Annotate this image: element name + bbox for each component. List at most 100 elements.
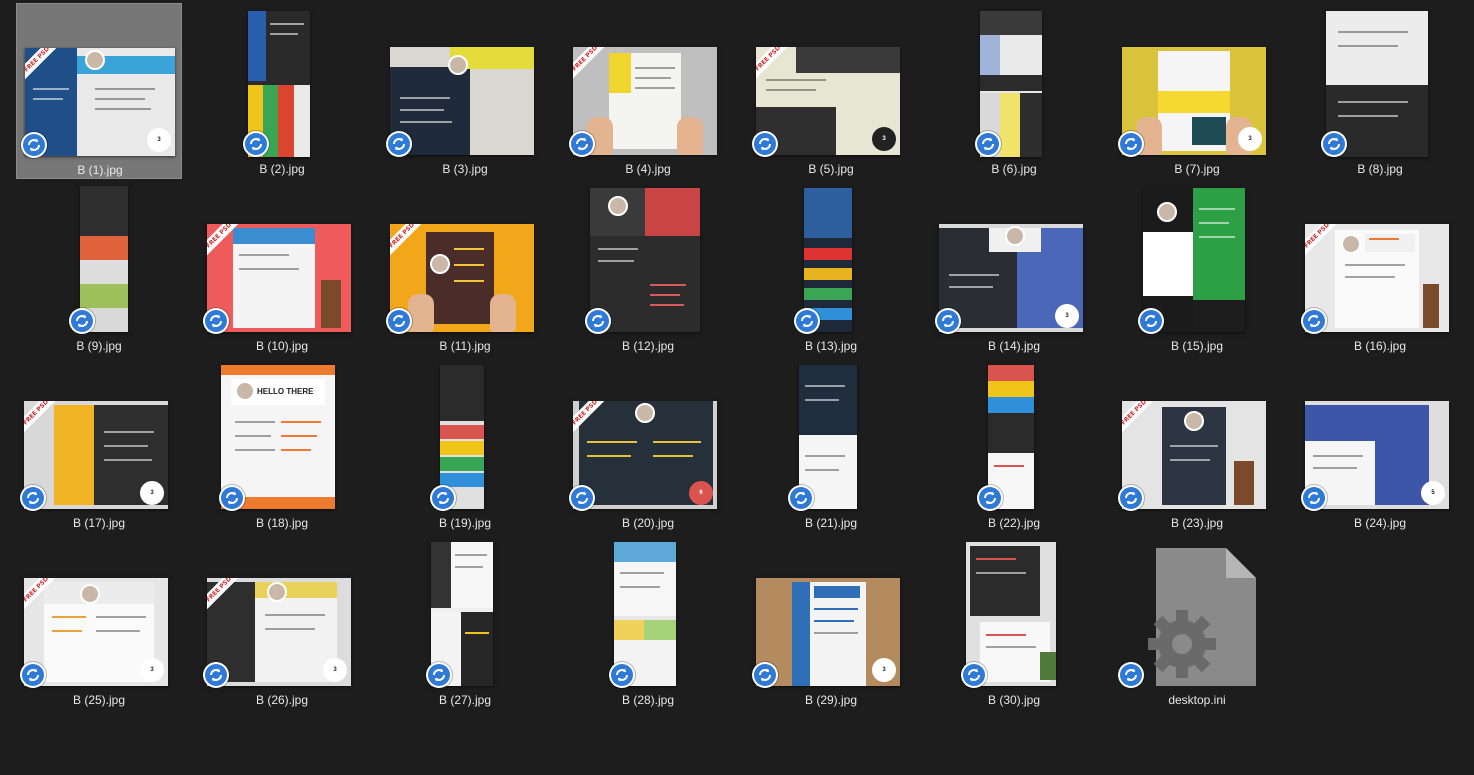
file-tile[interactable]: B (21).jpg	[748, 357, 914, 533]
file-name: B (18).jpg	[255, 516, 309, 530]
file-name: B (3).jpg	[442, 162, 488, 176]
thumbnail: FREE PSD 6 COLOR	[573, 361, 723, 511]
sync-pending-icon	[585, 308, 611, 334]
file-tile[interactable]: desktop.ini	[1114, 534, 1280, 710]
thumbnail: FREE PSD 3 COLOR	[207, 538, 357, 688]
thumbnail: FREE PSD	[573, 7, 723, 157]
thumbnail: FREE PSD	[1122, 361, 1272, 511]
thumbnail	[756, 184, 906, 334]
file-name: B (7).jpg	[1174, 162, 1220, 176]
file-name: B (8).jpg	[1357, 162, 1403, 176]
sync-pending-icon	[1118, 131, 1144, 157]
file-name: B (14).jpg	[987, 339, 1041, 353]
file-name: B (29).jpg	[804, 693, 858, 707]
thumbnail: 3 COLOR	[939, 184, 1089, 334]
file-tile[interactable]: 3 COLOR B (14).jpg	[931, 180, 1097, 356]
file-tile[interactable]: FREE PSD B (11).jpg	[382, 180, 548, 356]
thumbnail	[390, 538, 540, 688]
file-tile[interactable]: 3 COLOR B (7).jpg	[1114, 3, 1280, 179]
file-tile[interactable]: B (2).jpg	[199, 3, 365, 179]
file-tile[interactable]: FREE PSD B (10).jpg	[199, 180, 365, 356]
file-tile[interactable]: FREE PSD B (16).jpg	[1297, 180, 1463, 356]
sync-pending-icon	[788, 485, 814, 511]
thumbnail: FREE PSD 3 COLOR	[24, 361, 174, 511]
thumbnail: FREE PSD 3 COLOR	[756, 7, 906, 157]
sync-pending-icon	[20, 662, 46, 688]
sync-pending-icon	[243, 131, 269, 157]
sync-pending-icon	[1118, 485, 1144, 511]
sync-pending-icon	[430, 485, 456, 511]
file-name: B (24).jpg	[1353, 516, 1407, 530]
file-grid: FREE PSD 3 COLOR B (1).jpg B (2).jpg	[0, 0, 1474, 775]
file-tile[interactable]: B (28).jpg	[565, 534, 731, 710]
sync-pending-icon	[1301, 485, 1327, 511]
sync-pending-icon	[426, 662, 452, 688]
file-name: B (25).jpg	[72, 693, 126, 707]
sync-pending-icon	[386, 131, 412, 157]
file-name: B (16).jpg	[1353, 339, 1407, 353]
thumbnail	[756, 361, 906, 511]
thumbnail: FREE PSD	[1305, 184, 1455, 334]
file-tile[interactable]: B (13).jpg	[748, 180, 914, 356]
file-tile[interactable]: 5 COLOR B (24).jpg	[1297, 357, 1463, 533]
file-tile[interactable]: FREE PSD B (4).jpg	[565, 3, 731, 179]
sync-pending-icon	[1301, 308, 1327, 334]
file-tile[interactable]: FREE PSD 3 COLOR B (5).jpg	[748, 3, 914, 179]
sync-pending-icon	[1321, 131, 1347, 157]
file-tile[interactable]: B (12).jpg	[565, 180, 731, 356]
thumbnail	[390, 361, 540, 511]
sync-pending-icon	[975, 131, 1001, 157]
sync-pending-icon	[69, 308, 95, 334]
file-tile[interactable]: B (27).jpg	[382, 534, 548, 710]
file-name: B (20).jpg	[621, 516, 675, 530]
file-name: B (10).jpg	[255, 339, 309, 353]
file-tile[interactable]: B (22).jpg	[931, 357, 1097, 533]
file-tile[interactable]: FREE PSD 6 COLOR B (20).jpg	[565, 357, 731, 533]
sync-pending-icon	[935, 308, 961, 334]
sync-pending-icon	[752, 131, 778, 157]
thumbnail	[207, 7, 357, 157]
thumbnail: FREE PSD 3 COLOR	[25, 8, 175, 158]
sync-pending-icon	[752, 662, 778, 688]
file-tile[interactable]: B (3).jpg	[382, 3, 548, 179]
file-tile[interactable]: FREE PSD 3 COLOR B (17).jpg	[16, 357, 182, 533]
file-name: B (17).jpg	[72, 516, 126, 530]
file-tile[interactable]: HELLO THERE B (18).jpg	[199, 357, 365, 533]
file-name: B (2).jpg	[259, 162, 305, 176]
file-tile[interactable]: B (19).jpg	[382, 357, 548, 533]
file-name: desktop.ini	[1168, 693, 1226, 707]
thumbnail	[1122, 538, 1272, 688]
file-tile[interactable]: FREE PSD B (23).jpg	[1114, 357, 1280, 533]
file-name: B (28).jpg	[621, 693, 675, 707]
file-tile[interactable]: B (30).jpg	[931, 534, 1097, 710]
thumbnail: 3 COLOR	[756, 538, 906, 688]
file-tile[interactable]: FREE PSD 3 COLOR B (1).jpg	[16, 3, 182, 179]
file-name: B (6).jpg	[991, 162, 1037, 176]
file-name: B (27).jpg	[438, 693, 492, 707]
file-name: B (15).jpg	[1170, 339, 1224, 353]
thumbnail	[939, 361, 1089, 511]
file-name: B (11).jpg	[439, 339, 491, 353]
file-name: B (5).jpg	[808, 162, 854, 176]
sync-pending-icon	[21, 132, 47, 158]
sync-pending-icon	[569, 485, 595, 511]
thumbnail	[939, 7, 1089, 157]
file-name: B (9).jpg	[76, 339, 122, 353]
thumbnail	[24, 184, 174, 334]
file-name: B (12).jpg	[621, 339, 675, 353]
file-tile[interactable]: FREE PSD 3 COLOR B (25).jpg	[16, 534, 182, 710]
file-name: B (23).jpg	[1170, 516, 1224, 530]
file-name: B (1).jpg	[77, 163, 123, 177]
file-tile[interactable]: B (6).jpg	[931, 3, 1097, 179]
file-name: B (21).jpg	[804, 516, 858, 530]
sync-pending-icon	[203, 662, 229, 688]
file-tile[interactable]: B (8).jpg	[1297, 3, 1463, 179]
file-tile[interactable]: B (15).jpg	[1114, 180, 1280, 356]
file-tile[interactable]: FREE PSD 3 COLOR B (26).jpg	[199, 534, 365, 710]
file-tile[interactable]: 3 COLOR B (29).jpg	[748, 534, 914, 710]
thumbnail: 5 COLOR	[1305, 361, 1455, 511]
sync-pending-icon	[977, 485, 1003, 511]
file-name: B (13).jpg	[804, 339, 858, 353]
thumbnail	[390, 7, 540, 157]
file-tile[interactable]: B (9).jpg	[16, 180, 182, 356]
